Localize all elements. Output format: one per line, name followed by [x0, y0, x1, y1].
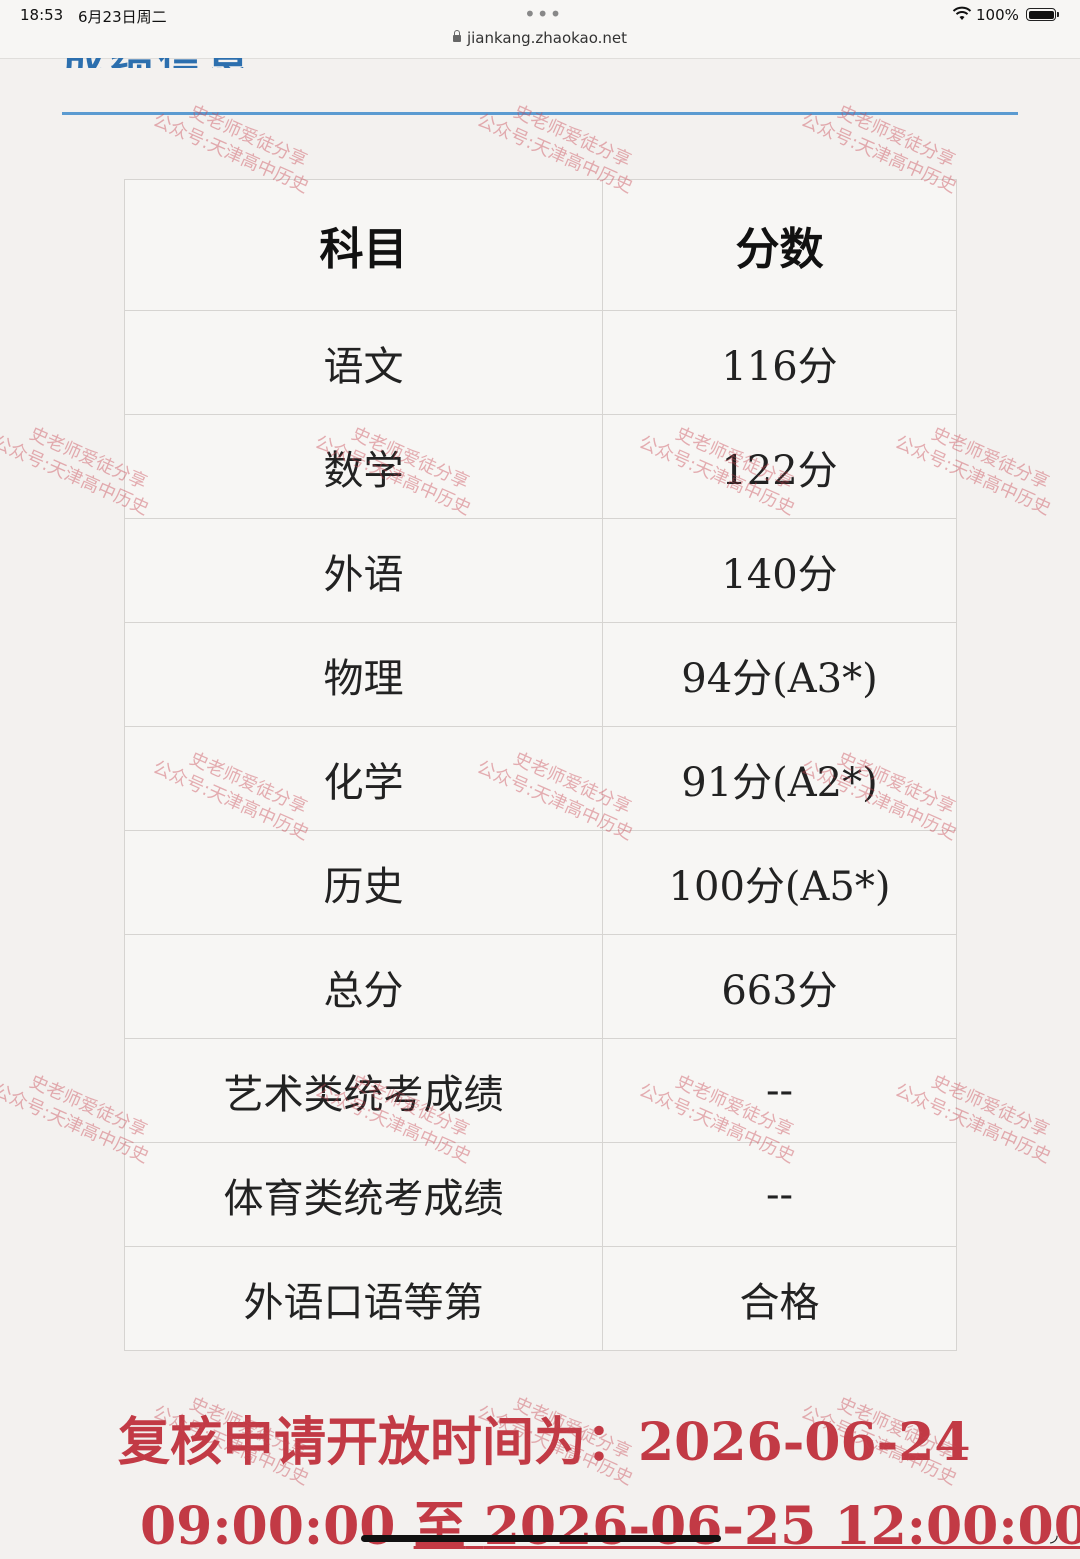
subject-cell: 艺术类统考成绩 [124, 1038, 603, 1143]
status-bar: 18:53 6月23日周二 ••• jiankang.zhaokao.net 1… [0, 0, 1080, 59]
score-cell: 94分(A3*) [602, 622, 957, 727]
section-heading: 成绩信息 [62, 58, 362, 68]
table-row: 物理 94分(A3*) [124, 622, 957, 727]
watermark-line1: 史老师爱徒分享 [510, 101, 635, 172]
section-heading-fragment: 成绩信息 [62, 58, 362, 68]
review-notice-line1: 复核申请开放时间为：2026-06-24 [118, 1412, 971, 1473]
more-dots-icon[interactable]: ••• [524, 2, 562, 26]
subject-cell: 总分 [124, 934, 603, 1039]
score-cell: 合格 [602, 1246, 957, 1351]
subject-cell: 数学 [124, 414, 603, 519]
score-cell: 122分 [602, 414, 957, 519]
watermark-line1: 史老师爱徒分享 [186, 101, 311, 172]
subject-cell: 外语 [124, 518, 603, 623]
subject-cell: 化学 [124, 726, 603, 831]
status-time: 18:53 [20, 6, 64, 24]
address-bar[interactable]: jiankang.zhaokao.net [0, 29, 1080, 47]
score-cell: 91分(A2*) [602, 726, 957, 831]
score-cell: 100分(A5*) [602, 830, 957, 935]
subject-cell: 语文 [124, 310, 603, 415]
subject-cell: 物理 [124, 622, 603, 727]
status-date: 6月23日周二 [78, 8, 167, 26]
wifi-icon [952, 6, 972, 20]
score-cell: -- [602, 1142, 957, 1247]
score-table: 科目 分数 语文 116分 数学 122分 外语 140分 物理 94分(A3*) 化学… [124, 179, 957, 1351]
score-cell: 116分 [602, 310, 957, 415]
table-row: 总分 663分 [124, 934, 957, 1039]
score-cell: 140分 [602, 518, 957, 623]
home-indicator[interactable] [361, 1535, 721, 1542]
table-row: 外语 140分 [124, 518, 957, 623]
review-connector: 至 [413, 1496, 466, 1557]
subject-cell: 外语口语等第 [124, 1246, 603, 1351]
watermark-line1: 史老师爱徒分享 [834, 101, 959, 172]
score-cell: -- [602, 1038, 957, 1143]
column-header-score: 分数 [602, 179, 957, 311]
column-header-subject: 科目 [124, 179, 603, 311]
table-row: 化学 91分(A2*) [124, 726, 957, 831]
review-notice-line2: 09:00:00 至 2026-06-25 12:00:00 [140, 1484, 1080, 1559]
table-header-row: 科目 分数 [124, 179, 957, 311]
review-start-time: 09:00:00 [140, 1496, 396, 1557]
table-row: 语文 116分 [124, 310, 957, 415]
table-row: 体育类统考成绩 -- [124, 1142, 957, 1247]
scroll-corner-icon: ◞ [1050, 1522, 1058, 1546]
subject-cell: 历史 [124, 830, 603, 935]
battery-percent: 100% [976, 6, 1019, 24]
table-row: 外语口语等第 合格 [124, 1246, 957, 1351]
subject-cell: 体育类统考成绩 [124, 1142, 603, 1247]
heading-divider [62, 112, 1018, 115]
table-row: 数学 122分 [124, 414, 957, 519]
battery-icon [1026, 8, 1059, 21]
review-end: 2026-06-25 12:00:00 [483, 1496, 1080, 1557]
lock-icon [452, 30, 461, 42]
score-cell: 663分 [602, 934, 957, 1039]
table-row: 历史 100分(A5*) [124, 830, 957, 935]
table-row: 艺术类统考成绩 -- [124, 1038, 957, 1143]
url-text: jiankang.zhaokao.net [466, 29, 628, 47]
